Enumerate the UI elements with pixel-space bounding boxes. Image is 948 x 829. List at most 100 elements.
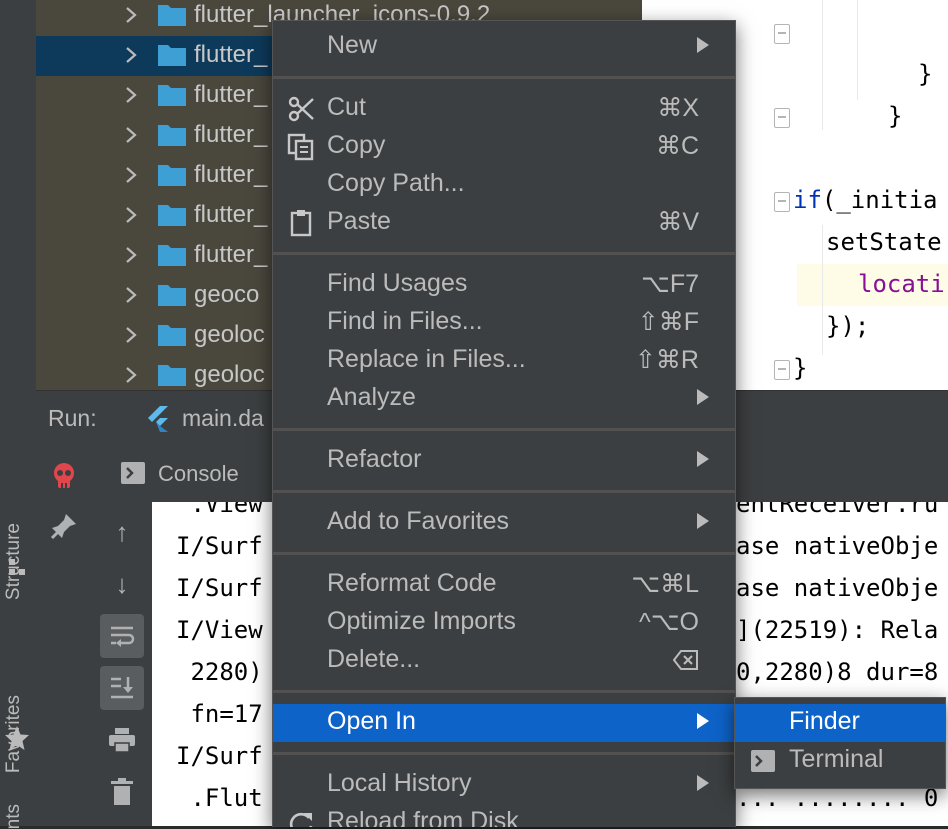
menu-separator xyxy=(273,490,735,493)
folder-icon xyxy=(158,202,186,226)
chevron-right-icon[interactable] xyxy=(124,365,144,385)
menu-item-shortcut: ⌘C xyxy=(655,132,699,160)
clipboard-icon xyxy=(287,209,315,237)
console-line-left: I/Surf xyxy=(176,742,263,770)
partial-tab-label: nts xyxy=(3,804,24,829)
console-line-left: 2280) xyxy=(176,658,263,686)
structure-icon xyxy=(9,559,25,575)
code-line: } xyxy=(918,60,933,88)
menu-separator xyxy=(273,428,735,431)
menu-item[interactable]: Reformat Code ⌥⌘L xyxy=(273,566,735,604)
chevron-right-icon[interactable] xyxy=(124,285,144,305)
code-line: locati xyxy=(858,270,945,298)
tree-item-label: geoloc xyxy=(194,321,265,348)
menu-item-label: Optimize Imports xyxy=(327,607,516,635)
menu-item-label: New xyxy=(327,31,378,59)
console-tab-label: Console xyxy=(158,461,239,486)
soft-wrap-icon[interactable] xyxy=(100,614,144,658)
folder-icon xyxy=(158,82,186,106)
menu-item[interactable]: Open In xyxy=(273,704,735,742)
submenu-item-label: Terminal xyxy=(789,745,884,773)
menu-item[interactable]: Paste ⌘V xyxy=(273,204,735,242)
fold-marker[interactable] xyxy=(774,360,790,380)
menu-item[interactable]: Local History xyxy=(273,766,735,804)
run-toolbar xyxy=(36,446,94,826)
menu-item-label: Add to Favorites xyxy=(327,507,510,535)
favorites-tool-tab[interactable]: Favorites xyxy=(0,615,36,773)
menu-item[interactable]: Add to Favorites xyxy=(273,504,735,542)
menu-item-shortcut: ⌘V xyxy=(657,208,699,236)
menu-item-label: Refactor xyxy=(327,445,422,473)
menu-item[interactable]: Copy Path... xyxy=(273,166,735,204)
menu-item[interactable]: Copy ⌘C xyxy=(273,128,735,166)
code-line: if(_initia xyxy=(793,182,938,218)
folder-icon xyxy=(158,362,186,386)
console-line-right: entReceiver.ru xyxy=(736,502,939,518)
submenu-item[interactable]: Terminal xyxy=(735,742,945,780)
chevron-right-icon[interactable] xyxy=(124,205,144,225)
folder-icon xyxy=(158,322,186,346)
trash-icon[interactable] xyxy=(100,770,144,814)
print-icon[interactable] xyxy=(100,718,144,762)
console-line-left: fn=17 xyxy=(176,700,263,728)
chevron-right-icon[interactable] xyxy=(124,85,144,105)
menu-separator xyxy=(273,752,735,755)
tree-item-label: flutter_ xyxy=(194,121,268,148)
menu-item-label: Replace in Files... xyxy=(327,345,526,373)
tree-item-label: flutter_ xyxy=(194,81,268,108)
tree-item-label: flutter_ xyxy=(194,41,268,68)
chevron-right-icon[interactable] xyxy=(124,125,144,145)
menu-item-label: Find in Files... xyxy=(327,307,483,335)
chevron-right-icon[interactable] xyxy=(124,325,144,345)
fold-marker[interactable] xyxy=(774,192,790,212)
menu-separator xyxy=(273,76,735,79)
menu-separator xyxy=(273,552,735,555)
console-icon xyxy=(121,462,145,484)
scissors-icon xyxy=(287,95,315,123)
menu-item-label: Find Usages xyxy=(327,269,468,297)
menu-item[interactable]: Optimize Imports ^⌥O xyxy=(273,604,735,642)
submenu-arrow-icon xyxy=(697,389,709,405)
submenu-item-label: Finder xyxy=(789,707,860,735)
submenu-item[interactable]: Finder xyxy=(735,704,945,742)
menu-item-label: Reload from Disk xyxy=(327,807,519,827)
chevron-right-icon[interactable] xyxy=(124,5,144,25)
menu-item-label: Copy xyxy=(327,131,386,159)
fold-marker[interactable] xyxy=(774,108,790,128)
scroll-to-end-icon[interactable] xyxy=(100,666,144,710)
arrow-up-icon[interactable]: ↑ xyxy=(100,510,144,554)
partial-tool-tab[interactable]: nts xyxy=(0,786,36,829)
delete-key-icon xyxy=(672,649,699,678)
menu-item-label: Reformat Code xyxy=(327,569,497,597)
console-line-left: I/View xyxy=(176,616,263,644)
code-text: (_initia xyxy=(821,186,938,214)
menu-separator xyxy=(273,252,735,255)
console-line-left: .View xyxy=(176,502,263,518)
skull-icon[interactable] xyxy=(42,454,86,498)
chevron-right-icon[interactable] xyxy=(124,165,144,185)
chevron-right-icon[interactable] xyxy=(124,245,144,265)
tree-item-label: flutter_ xyxy=(194,201,268,228)
console-line-right: ase nativeObje xyxy=(736,532,939,560)
fold-marker[interactable] xyxy=(774,24,790,44)
menu-item[interactable]: Find in Files... ⇧⌘F xyxy=(273,304,735,342)
menu-item-shortcut: ⇧⌘F xyxy=(637,308,699,336)
menu-item[interactable]: Analyze xyxy=(273,380,735,418)
pin-icon[interactable] xyxy=(42,504,86,548)
console-tab[interactable]: Console xyxy=(109,446,269,502)
console-line-right: 0,2280)8 dur=8 xyxy=(736,658,939,686)
menu-item[interactable]: Delete... xyxy=(273,642,735,680)
chevron-right-icon[interactable] xyxy=(124,45,144,65)
submenu-arrow-icon xyxy=(697,451,709,467)
arrow-down-icon[interactable]: ↓ xyxy=(100,562,144,606)
open-in-submenu: Finder Terminal xyxy=(734,697,946,789)
menu-item[interactable]: Refactor xyxy=(273,442,735,480)
menu-item[interactable]: Find Usages ⌥F7 xyxy=(273,266,735,304)
menu-item[interactable]: Replace in Files... ⇧⌘R xyxy=(273,342,735,380)
menu-item[interactable]: Cut ⌘X xyxy=(273,90,735,128)
menu-item[interactable]: Reload from Disk xyxy=(273,804,735,827)
structure-tool-tab[interactable]: Structure xyxy=(0,440,36,600)
menu-item-shortcut: ^⌥O xyxy=(639,608,699,636)
submenu-arrow-icon xyxy=(697,513,709,529)
menu-item[interactable]: New xyxy=(273,28,735,66)
